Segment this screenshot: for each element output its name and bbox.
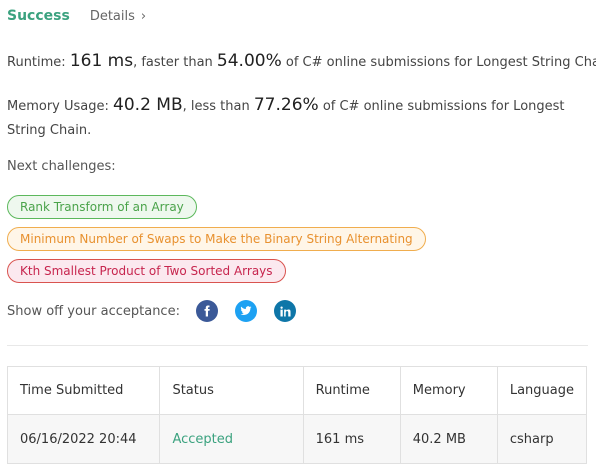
- memory-value: 40.2 MB: [113, 95, 183, 115]
- linkedin-icon[interactable]: [274, 300, 296, 322]
- status-title: Success: [7, 8, 70, 24]
- header-language: Language: [496, 366, 588, 415]
- header-time-submitted: Time Submitted: [6, 366, 161, 415]
- header-runtime: Runtime: [302, 366, 401, 415]
- cell-status-accepted-link[interactable]: Accepted: [159, 414, 304, 464]
- cell-runtime: 161 ms: [302, 414, 401, 464]
- cell-time-submitted: 06/16/2022 20:44: [6, 414, 161, 464]
- cell-memory: 40.2 MB: [399, 414, 498, 464]
- next-challenges-label: Next challenges:: [7, 159, 116, 174]
- runtime-comparison: , faster than: [133, 55, 217, 70]
- memory-percent: 77.26%: [253, 95, 319, 115]
- divider: [7, 345, 588, 346]
- submission-table: Time Submitted Status Runtime Memory Lan…: [6, 366, 588, 464]
- runtime-label: Runtime:: [7, 55, 70, 70]
- twitter-icon[interactable]: [235, 300, 257, 322]
- runtime-suffix: of C# online submissions for Longest Str…: [281, 55, 596, 70]
- chevron-right-icon: ›: [140, 9, 147, 24]
- share-label: Show off your acceptance:: [7, 304, 180, 319]
- facebook-icon[interactable]: [196, 300, 218, 322]
- header-status: Status: [159, 366, 304, 415]
- runtime-percent: 54.00%: [216, 51, 282, 71]
- cell-language: csharp: [496, 414, 588, 464]
- runtime-summary: Runtime: 161 ms, faster than 54.00% of C…: [7, 51, 596, 71]
- details-label: Details: [89, 9, 135, 24]
- table-header-row: Time Submitted Status Runtime Memory Lan…: [6, 366, 588, 415]
- table-row: 06/16/2022 20:44 Accepted 161 ms 40.2 MB…: [6, 414, 588, 464]
- memory-comparison: , less than: [182, 99, 254, 114]
- challenge-rank-transform[interactable]: Rank Transform of an Array: [7, 195, 197, 219]
- details-link[interactable]: Details ›: [90, 9, 146, 24]
- result-header: Success Details ›: [7, 8, 146, 24]
- challenge-minimum-swaps[interactable]: Minimum Number of Swaps to Make the Bina…: [7, 227, 426, 251]
- memory-summary: Memory Usage: 40.2 MB, less than 77.26% …: [7, 93, 592, 143]
- challenge-kth-smallest-product[interactable]: Kth Smallest Product of Two Sorted Array…: [7, 259, 286, 283]
- memory-label: Memory Usage:: [7, 99, 114, 114]
- header-memory: Memory: [399, 366, 498, 415]
- runtime-value: 161 ms: [69, 51, 134, 71]
